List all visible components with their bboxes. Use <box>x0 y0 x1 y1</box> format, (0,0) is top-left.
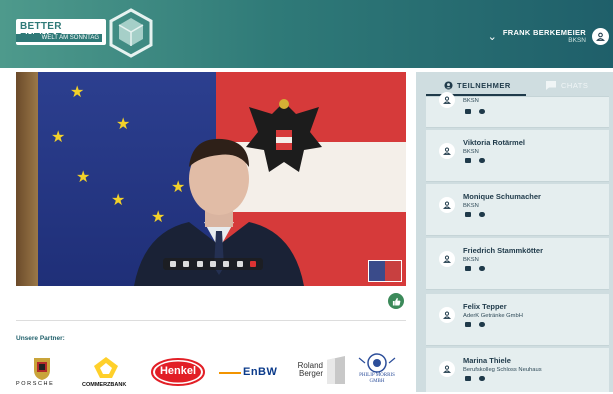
enbw-line <box>219 372 241 374</box>
participant-card[interactable]: BKSN <box>426 92 609 128</box>
mail-icon[interactable] <box>465 376 471 381</box>
participant-actions <box>465 376 485 381</box>
participant-org: BKSN <box>463 257 479 263</box>
tab-chats[interactable]: CHATS <box>546 81 588 90</box>
hexagon-logo-icon <box>109 8 153 58</box>
participant-avatar-icon <box>439 143 455 159</box>
camera-icon[interactable] <box>169 261 176 267</box>
partner-logo-henkel[interactable]: Henkel <box>151 358 205 390</box>
logo-subtitle: WELT AM SONNTAG <box>16 34 102 42</box>
participant-name: Friedrich Stammkötter <box>463 246 544 255</box>
chat-icon[interactable] <box>479 109 485 114</box>
mail-icon[interactable] <box>465 322 471 327</box>
participant-card[interactable]: Viktoria Rotärmel BKSN <box>426 130 609 182</box>
thumbs-up-icon <box>392 297 400 306</box>
participant-actions <box>465 109 485 114</box>
chat-icon[interactable] <box>479 212 485 217</box>
tab-participants[interactable]: TEILNEHMER <box>444 81 511 90</box>
partner-logo-roland-berger[interactable]: Roland Berger <box>285 356 349 388</box>
mail-icon[interactable] <box>465 266 471 271</box>
partner-logo-commerzbank[interactable]: COMMERZBANK <box>82 356 130 388</box>
partner-logo-enbw[interactable]: EnBW <box>219 362 278 394</box>
user-menu[interactable]: ⌄ FRANK BERKEMEIER BKSN <box>488 24 613 48</box>
user-org: BKSN <box>568 37 586 44</box>
tab-participants-label: TEILNEHMER <box>457 81 511 90</box>
chat-icon[interactable] <box>479 158 485 163</box>
video-toolbar <box>163 258 263 270</box>
chat-icon[interactable] <box>479 266 485 271</box>
chat-icon[interactable] <box>479 376 485 381</box>
mail-icon[interactable] <box>465 109 471 114</box>
participants-sidebar: TEILNEHMER CHATS BKSN Viktoria Rotärmel … <box>416 72 613 392</box>
partner-name: COMMERZBANK <box>82 382 127 388</box>
partner-logo-philip-morris[interactable]: PHILIP MORRIS GMBH <box>354 352 400 384</box>
participant-avatar-icon <box>439 92 455 108</box>
participant-org: BKSN <box>463 98 479 104</box>
participant-org: BKSN <box>463 203 479 209</box>
chat-icon[interactable] <box>209 261 216 267</box>
participant-name: Monique Schumacher <box>463 192 541 201</box>
hangup-icon[interactable] <box>250 261 257 267</box>
settings-icon[interactable] <box>236 261 243 267</box>
participant-name: Viktoria Rotärmel <box>463 138 525 147</box>
participant-name: Felix Tepper <box>463 302 507 311</box>
flag-star-icon: ★ <box>51 129 66 146</box>
screenshare-icon[interactable] <box>196 261 203 267</box>
flag-star-icon: ★ <box>70 84 85 101</box>
chevron-down-icon: ⌄ <box>487 30 497 43</box>
participant-avatar-icon <box>439 251 455 267</box>
tab-chats-label: CHATS <box>561 81 589 90</box>
participant-name: Marina Thiele <box>463 356 511 365</box>
participant-actions <box>465 158 485 163</box>
user-name: FRANK BERKEMEIER <box>502 28 586 37</box>
flag-star-icon: ★ <box>116 116 131 133</box>
flag-star-icon: ★ <box>111 192 126 209</box>
participant-card[interactable]: Marina Thiele Berufskolleg Schloss Neuha… <box>426 348 609 392</box>
self-view-thumbnail[interactable] <box>368 260 402 282</box>
partner-logo-porsche[interactable]: PORSCHE <box>16 356 60 388</box>
participant-actions <box>465 322 485 327</box>
header-bar: BETTER FUTURE WELT AM SONNTAG ⌄ FRANK BE… <box>0 0 613 68</box>
flag-star-icon: ★ <box>76 169 91 186</box>
microphone-icon[interactable] <box>183 261 190 267</box>
partner-name: Henkel <box>159 365 197 377</box>
participant-card[interactable]: Friedrich Stammkötter BKSN <box>426 238 609 290</box>
logo[interactable]: BETTER FUTURE WELT AM SONNTAG <box>16 19 106 45</box>
video-player[interactable]: ★ ★ ★ ★ ★ ★ ★ <box>16 72 406 286</box>
like-button[interactable] <box>388 293 404 309</box>
participants-icon <box>444 81 453 90</box>
chat-icon[interactable] <box>479 322 485 327</box>
participant-card[interactable]: Felix Tepper AderK Getränke GmbH <box>426 294 609 346</box>
participant-org: AderK Getränke GmbH <box>463 313 523 319</box>
partner-name: PHILIP MORRIS GMBH <box>359 373 395 384</box>
participant-avatar-icon <box>439 361 455 377</box>
mail-icon[interactable] <box>465 158 471 163</box>
section-divider <box>16 320 406 321</box>
participant-avatar-icon <box>439 307 455 323</box>
partners-label: Unsere Partner: <box>16 335 65 342</box>
chat-bubble-icon <box>546 81 556 90</box>
participant-actions <box>465 212 485 217</box>
participant-org: Berufskolleg Schloss Neuhaus <box>463 367 542 373</box>
curtain <box>16 72 38 286</box>
partner-name: EnBW <box>243 366 278 378</box>
participant-actions <box>465 266 485 271</box>
user-avatar-icon <box>592 27 609 45</box>
partner-name: PORSCHE <box>16 381 55 387</box>
more-icon[interactable] <box>223 261 230 267</box>
partner-name: Roland Berger <box>297 361 323 378</box>
participant-card[interactable]: Monique Schumacher BKSN <box>426 184 609 236</box>
mail-icon[interactable] <box>465 212 471 217</box>
participant-avatar-icon <box>439 197 455 213</box>
participant-org: BKSN <box>463 149 479 155</box>
